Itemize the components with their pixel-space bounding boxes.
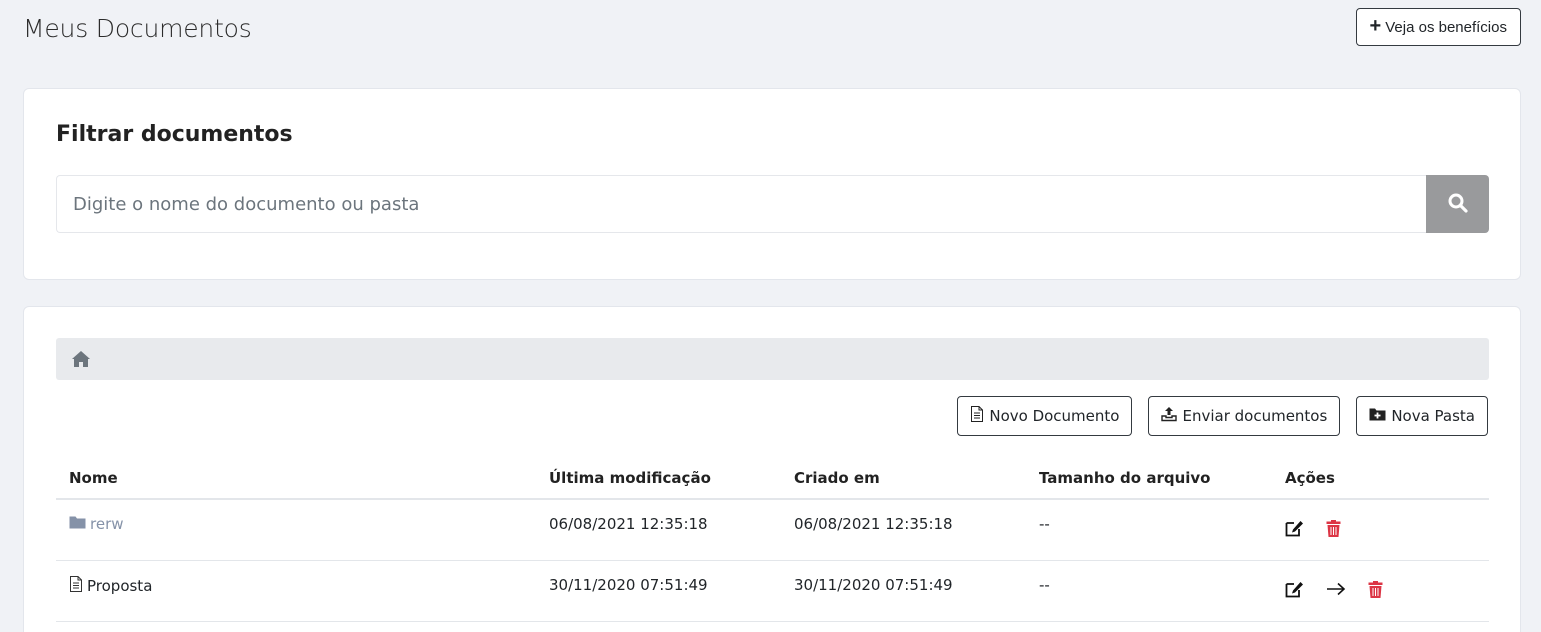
upload-icon xyxy=(1161,406,1178,426)
trash-icon[interactable] xyxy=(1326,520,1341,537)
folder-name-link[interactable]: rerw xyxy=(90,515,124,533)
table-header-row: Nome Última modificação Criado em Tamanh… xyxy=(56,457,1489,500)
table-row: Proposta 30/11/2020 07:51:49 30/11/2020 … xyxy=(56,560,1489,622)
document-name-link[interactable]: Proposta xyxy=(87,577,152,595)
upload-documents-label: Enviar documentos xyxy=(1182,407,1328,425)
documents-toolbar: Novo Documento Enviar documentos Nova Pa… xyxy=(957,396,1488,436)
filter-title: Filtrar documentos xyxy=(56,122,293,147)
row-created: 30/11/2020 07:51:49 xyxy=(781,560,1026,622)
plus-icon: + xyxy=(1369,15,1382,37)
row-created: 06/08/2021 12:35:18 xyxy=(781,499,1026,561)
row-modified: 30/11/2020 07:51:49 xyxy=(536,560,781,622)
row-name-cell: Proposta xyxy=(56,560,536,622)
new-document-button[interactable]: Novo Documento xyxy=(957,396,1133,436)
search-button[interactable] xyxy=(1426,175,1489,233)
documents-table: Nome Última modificação Criado em Tamanh… xyxy=(56,457,1489,622)
folder-plus-icon xyxy=(1369,407,1386,425)
row-modified: 06/08/2021 12:35:18 xyxy=(536,499,781,561)
header-actions: Ações xyxy=(1272,457,1489,500)
folder-icon xyxy=(69,515,86,533)
new-folder-label: Nova Pasta xyxy=(1391,407,1475,425)
home-icon[interactable] xyxy=(71,350,91,368)
document-icon xyxy=(970,406,984,426)
row-size: -- xyxy=(1026,499,1272,561)
search-icon xyxy=(1448,193,1468,216)
row-actions xyxy=(1272,560,1489,622)
benefits-button-label: Veja os benefícios xyxy=(1385,18,1507,36)
row-name-cell: rerw xyxy=(56,499,536,561)
row-actions xyxy=(1272,499,1489,561)
edit-icon[interactable] xyxy=(1285,520,1304,537)
trash-icon[interactable] xyxy=(1368,580,1383,598)
document-icon xyxy=(69,575,83,596)
header-created[interactable]: Criado em xyxy=(781,457,1026,500)
header-modified[interactable]: Última modificação xyxy=(536,457,781,500)
documents-card: Novo Documento Enviar documentos Nova Pa… xyxy=(23,306,1521,632)
breadcrumb xyxy=(56,338,1489,380)
row-size: -- xyxy=(1026,560,1272,622)
header-size[interactable]: Tamanho do arquivo xyxy=(1026,457,1272,500)
search-input[interactable] xyxy=(56,175,1426,233)
edit-icon[interactable] xyxy=(1285,581,1304,598)
arrow-right-icon[interactable] xyxy=(1326,582,1346,596)
filter-card: Filtrar documentos xyxy=(23,88,1521,280)
table-row: rerw 06/08/2021 12:35:18 06/08/2021 12:3… xyxy=(56,499,1489,561)
page-title: Meus Documentos xyxy=(23,14,252,43)
upload-documents-button[interactable]: Enviar documentos xyxy=(1148,396,1341,436)
new-folder-button[interactable]: Nova Pasta xyxy=(1356,396,1488,436)
search-bar xyxy=(56,175,1489,233)
header-name[interactable]: Nome xyxy=(56,457,536,500)
benefits-button[interactable]: + Veja os benefícios xyxy=(1355,8,1521,46)
new-document-label: Novo Documento xyxy=(989,407,1120,425)
